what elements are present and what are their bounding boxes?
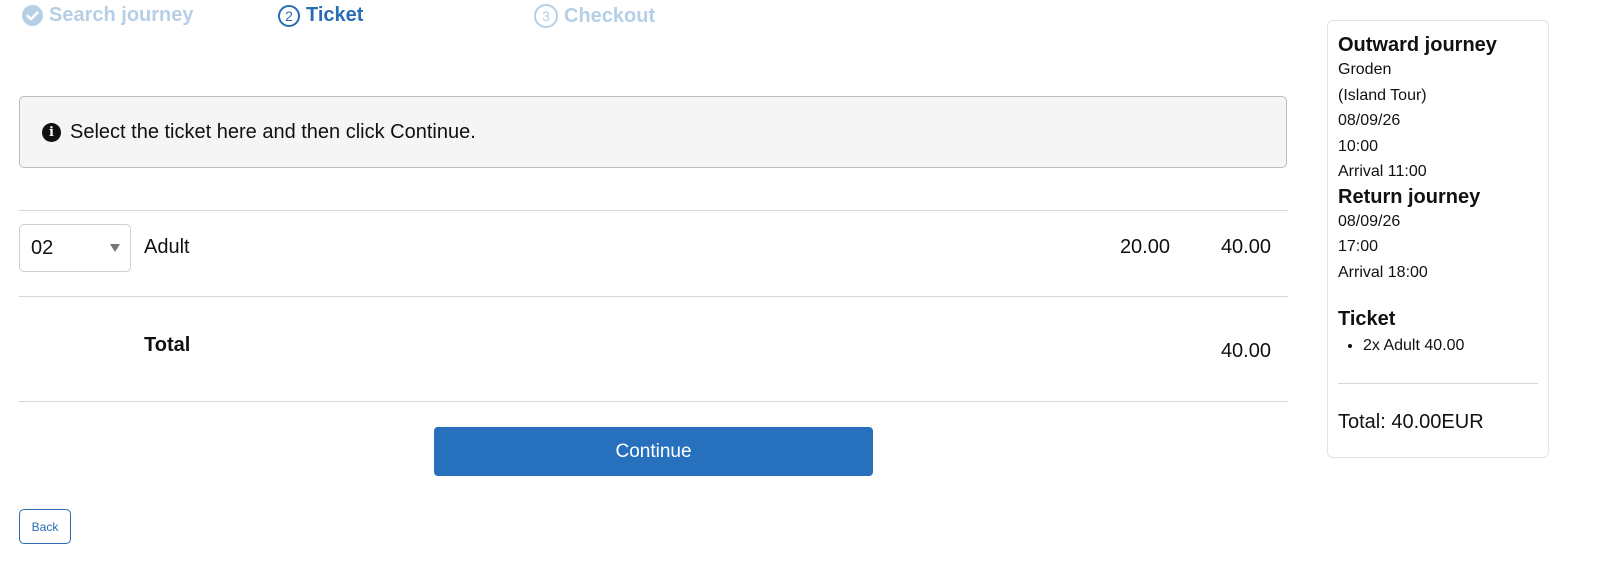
step-ticket: 2 Ticket xyxy=(278,4,363,27)
dropdown-caret-icon xyxy=(110,244,120,252)
unit-price: 20.00 xyxy=(1119,236,1170,258)
divider xyxy=(19,296,1288,297)
info-message: i Select the ticket here and then click … xyxy=(19,96,1287,168)
outward-tour: (Island Tour) xyxy=(1338,86,1427,104)
outward-journey-title: Outward journey xyxy=(1338,34,1497,56)
check-circle-icon xyxy=(22,5,43,26)
divider xyxy=(19,210,1288,211)
progress-stepper: Search journey 2 Ticket 3 Checkout xyxy=(20,0,1310,36)
outward-time: 10:00 xyxy=(1338,137,1379,155)
return-journey-title: Return journey xyxy=(1338,185,1481,208)
step-number-3-icon: 3 xyxy=(534,4,558,28)
list-item: 2x Adult 40.00 xyxy=(1363,335,1538,357)
booking-summary: Outward journey Groden (Island Tour) 08/… xyxy=(1327,20,1549,458)
info-text: Select the ticket here and then click Co… xyxy=(70,120,476,143)
return-arrival: Arrival 18:00 xyxy=(1338,263,1428,281)
ticket-title: Ticket xyxy=(1338,308,1396,330)
continue-button[interactable]: Continue xyxy=(434,427,873,476)
step-label: Checkout xyxy=(564,4,656,27)
divider xyxy=(19,401,1288,402)
step-search-journey[interactable]: Search journey xyxy=(22,4,194,27)
summary-total: Total: 40.00EUR xyxy=(1338,411,1484,433)
quantity-value: 02 xyxy=(31,236,54,259)
return-time: 17:00 xyxy=(1338,238,1379,255)
back-button[interactable]: Back xyxy=(19,509,71,544)
outward-arrival: Arrival 11:00 xyxy=(1338,163,1427,180)
ticket-type-label: Adult xyxy=(144,236,190,258)
outward-stop: Groden xyxy=(1338,61,1392,78)
quantity-select[interactable]: 02 xyxy=(19,224,131,272)
line-total: 40.00 xyxy=(1220,236,1271,258)
divider xyxy=(1338,383,1538,384)
step-label: Search journey xyxy=(49,4,194,26)
total-label: Total xyxy=(144,334,191,356)
step-number-2-icon: 2 xyxy=(278,4,300,27)
step-label: Ticket xyxy=(306,4,364,26)
step-checkout: 3 Checkout xyxy=(534,4,655,28)
total-value: 40.00 xyxy=(1220,340,1271,362)
ticket-list: 2x Adult 40.00 xyxy=(1338,335,1538,357)
info-icon: i xyxy=(42,122,61,142)
outward-date: 08/09/26 xyxy=(1338,112,1401,129)
return-date: 08/09/26 xyxy=(1338,212,1401,230)
